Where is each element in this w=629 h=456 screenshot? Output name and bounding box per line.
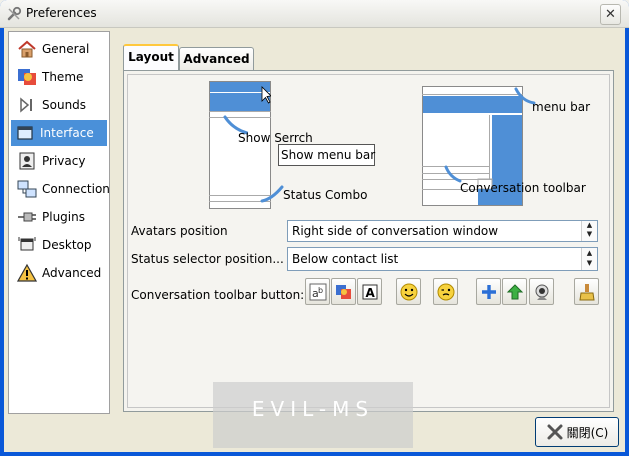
toolbar-color-button[interactable] xyxy=(331,278,356,305)
toolbar-add-button[interactable] xyxy=(476,278,501,305)
show-menu-bar-callout: Show menu bar xyxy=(278,144,375,166)
toolbar-wink-button[interactable] xyxy=(433,278,458,305)
sidebar-item-advanced[interactable]: Advanced xyxy=(13,260,109,286)
watermark: EVIL-MS xyxy=(213,382,413,448)
sidebar-item-label: General xyxy=(42,42,90,56)
wink-icon xyxy=(437,283,454,300)
plugin-icon xyxy=(18,212,36,222)
status-selector-position-label: Status selector position... xyxy=(131,252,284,266)
avatars-position-label: Avatars position xyxy=(131,224,228,238)
close-dialog-button[interactable]: 關閉(C) xyxy=(535,417,619,447)
sidebar-item-label: Plugins xyxy=(42,210,85,224)
layout-tab-panel: Show menu bar Show Serrch Status Combo m… xyxy=(123,70,614,412)
category-sidebar: General Theme Sounds Interface Privacy C… xyxy=(8,31,110,414)
window-title: Preferences xyxy=(26,6,97,20)
toolbar-font-button[interactable]: a b xyxy=(305,278,330,305)
color-icon xyxy=(335,284,351,299)
home-icon xyxy=(18,40,36,58)
toolbar-webcam-button[interactable] xyxy=(529,278,554,305)
preferences-window: Preferences ✕ General Theme Sounds Inter… xyxy=(0,0,629,456)
window-close-button[interactable]: ✕ xyxy=(600,4,621,25)
sidebar-item-theme[interactable]: Theme xyxy=(13,64,109,90)
conversation-toolbar-button-label: Conversation toolbar button: xyxy=(131,288,305,302)
svg-text:b: b xyxy=(318,286,323,295)
sidebar-item-desktop[interactable]: Desktop xyxy=(13,232,109,258)
theme-icon xyxy=(18,69,36,85)
menu-bar-caption: menu bar xyxy=(532,100,591,114)
toolbar-send-file-button[interactable] xyxy=(502,278,527,305)
interface-icon xyxy=(17,126,33,140)
tab-advanced[interactable]: Advanced xyxy=(179,47,254,71)
layout-content: Show menu bar Show Serrch Status Combo m… xyxy=(127,74,610,408)
sidebar-item-label: Interface xyxy=(40,126,94,140)
sidebar-item-label: Connection xyxy=(42,182,110,196)
spin-arrows-icon[interactable]: ▲ ▼ xyxy=(581,221,597,241)
svg-text:A: A xyxy=(365,286,375,300)
webcam-icon xyxy=(535,284,548,300)
toolbar-clear-button[interactable] xyxy=(574,278,599,305)
status-selector-position-select[interactable]: Below contact list ▲ ▼ xyxy=(287,247,598,271)
title-bar: Preferences ✕ xyxy=(0,0,629,28)
sidebar-item-privacy[interactable]: Privacy xyxy=(13,148,109,174)
sidebar-item-label: Theme xyxy=(42,70,84,84)
privacy-icon xyxy=(19,152,35,170)
clear-icon xyxy=(578,283,595,300)
show-search-caption: Show Serrch xyxy=(238,131,313,145)
sidebar-item-label: Privacy xyxy=(42,154,86,168)
sound-icon xyxy=(20,97,32,113)
conversation-toolbar-caption: Conversation toolbar xyxy=(460,181,586,195)
send-file-icon xyxy=(506,283,523,299)
sidebar-item-sounds[interactable]: Sounds xyxy=(13,92,109,118)
warning-icon xyxy=(17,263,37,282)
smiley-icon xyxy=(400,283,417,300)
desktop-icon xyxy=(18,237,36,251)
toolbar-smiley-button[interactable] xyxy=(396,278,421,305)
sidebar-item-plugins[interactable]: Plugins xyxy=(13,204,109,230)
sidebar-item-interface[interactable]: Interface xyxy=(11,120,107,146)
avatars-position-value: Right side of conversation window xyxy=(292,224,499,238)
toolbar-text-format-button[interactable]: A xyxy=(357,278,382,305)
sidebar-item-label: Sounds xyxy=(42,98,87,112)
status-combo-caption: Status Combo xyxy=(283,188,368,202)
sidebar-item-label: Desktop xyxy=(42,238,92,252)
status-selector-position-value: Below contact list xyxy=(292,252,399,266)
tab-layout[interactable]: Layout xyxy=(123,44,179,70)
add-icon xyxy=(481,284,496,299)
sidebar-item-label: Advanced xyxy=(42,266,102,280)
close-icon xyxy=(547,424,563,440)
dialog-body: General Theme Sounds Interface Privacy C… xyxy=(4,28,625,452)
text-format-icon: A xyxy=(362,284,377,300)
font-icon: a b xyxy=(309,283,326,300)
close-dialog-label: 關閉(C) xyxy=(566,425,609,440)
sidebar-item-general[interactable]: General xyxy=(13,36,109,62)
spin-arrows-icon[interactable]: ▲ ▼ xyxy=(581,248,597,270)
wrench-icon xyxy=(7,6,22,21)
sidebar-item-connection[interactable]: Connection xyxy=(13,176,110,202)
avatars-position-select[interactable]: Right side of conversation window ▲ ▼ xyxy=(287,220,598,242)
callout-arrow xyxy=(260,185,284,203)
connection-icon xyxy=(17,180,37,198)
